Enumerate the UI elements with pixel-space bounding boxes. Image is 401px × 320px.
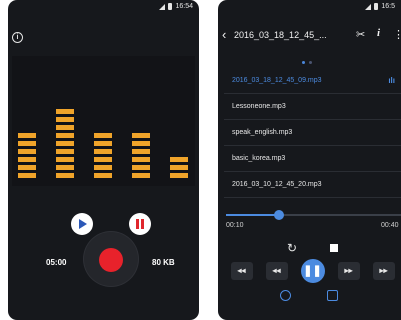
eq-segment <box>18 165 36 170</box>
eq-segment <box>94 141 112 146</box>
status-bar: 16:54 <box>159 0 193 13</box>
eq-segment <box>94 149 112 154</box>
progress-thumb[interactable] <box>273 210 284 220</box>
signal-icon <box>365 3 372 10</box>
file-item[interactable]: 2016_03_18_12_45_09.mp3 ılı <box>224 68 401 94</box>
eq-segment <box>56 165 74 170</box>
eq-segment <box>94 165 112 170</box>
file-title: 2016_03_18_12_45_... <box>234 30 327 40</box>
equalizer-panel <box>12 56 195 186</box>
pause-record-button[interactable] <box>129 213 151 235</box>
eq-segment <box>132 141 150 146</box>
eq-segment <box>18 141 36 146</box>
player-screen: 16:5 ‹ 2016_03_18_12_45_... ✂ i ⋮ 2016_0… <box>218 0 401 320</box>
eq-segment <box>56 109 74 114</box>
play-button[interactable] <box>71 213 93 235</box>
eq-segment <box>170 173 188 178</box>
page-dot <box>302 61 305 64</box>
page-dot <box>309 61 312 64</box>
file-item[interactable]: Lessoneone.mp3 <box>224 94 401 120</box>
eq-segment <box>56 125 74 130</box>
eq-segment <box>170 157 188 162</box>
eq-segment <box>132 173 150 178</box>
file-name: 2016_03_18_12_45_09.mp3 <box>232 77 322 84</box>
eq-segment <box>18 157 36 162</box>
file-list: 2016_03_18_12_45_09.mp3 ılı Lessoneone.m… <box>224 68 401 198</box>
eq-segment <box>132 149 150 154</box>
battery-icon <box>374 3 379 10</box>
eq-segment <box>18 149 36 154</box>
battery-icon <box>168 3 173 10</box>
playback-controls: ◂◂ ◂◂ ❚❚ ▸▸ ▸▸ <box>224 259 401 283</box>
progress-bar[interactable] <box>226 210 401 220</box>
skip-first-button[interactable]: ◂◂ <box>230 262 253 280</box>
cut-icon[interactable]: ✂ <box>356 28 365 41</box>
eq-segment <box>56 157 74 162</box>
playlist-icon[interactable] <box>327 290 338 301</box>
back-icon[interactable]: ‹ <box>222 28 226 41</box>
file-name: speak_english.mp3 <box>232 129 293 136</box>
record-timer: 05:00 <box>46 258 67 267</box>
eq-segment <box>18 173 36 178</box>
eq-segment <box>56 173 74 178</box>
eq-segment <box>56 133 74 138</box>
equalizer-visualizer <box>18 109 188 178</box>
time-elapsed: 00:10 <box>226 222 244 229</box>
page-indicator <box>302 61 312 64</box>
rewind-button[interactable]: ◂◂ <box>265 262 288 280</box>
eq-segment <box>94 157 112 162</box>
file-item[interactable]: basic_korea.mp3 <box>224 146 401 172</box>
play-pause-button[interactable]: ❚❚ <box>300 259 325 283</box>
equalizer-icon: ılı <box>388 76 395 85</box>
info-icon[interactable]: i <box>377 27 380 39</box>
bottom-toolbar <box>280 290 338 301</box>
info-button[interactable]: i <box>12 32 23 43</box>
status-bar: 16:5 <box>365 0 395 13</box>
eq-segment <box>18 133 36 138</box>
eq-segment <box>170 165 188 170</box>
eq-segment <box>132 165 150 170</box>
skip-last-button[interactable]: ▸▸ <box>372 262 395 280</box>
speed-icon[interactable] <box>280 290 291 301</box>
file-item[interactable]: 2016_03_10_12_45_20.mp3 <box>224 172 401 198</box>
eq-segment <box>56 117 74 122</box>
stop-icon[interactable] <box>330 244 338 252</box>
eq-segment <box>132 133 150 138</box>
file-item[interactable]: speak_english.mp3 <box>224 120 401 146</box>
status-time: 16:54 <box>175 3 193 10</box>
progress-fill <box>226 214 279 216</box>
share-icon[interactable]: ⋮ <box>393 28 401 41</box>
record-button[interactable] <box>99 248 123 272</box>
eq-segment <box>132 157 150 162</box>
time-total: 00:40 <box>381 222 399 229</box>
eq-segment <box>94 133 112 138</box>
file-name: basic_korea.mp3 <box>232 155 286 162</box>
eq-segment <box>56 141 74 146</box>
forward-button[interactable]: ▸▸ <box>337 262 360 280</box>
status-time: 16:5 <box>381 3 395 10</box>
eq-segment <box>56 149 74 154</box>
signal-icon <box>159 3 166 10</box>
recorder-screen: 16:54 i 05:00 80 KB <box>8 0 199 320</box>
file-name: 2016_03_10_12_45_20.mp3 <box>232 181 322 188</box>
record-file-size: 80 KB <box>152 258 175 267</box>
file-name: Lessoneone.mp3 <box>232 103 286 110</box>
eq-segment <box>94 173 112 178</box>
repeat-icon[interactable]: ↻ <box>287 241 297 255</box>
